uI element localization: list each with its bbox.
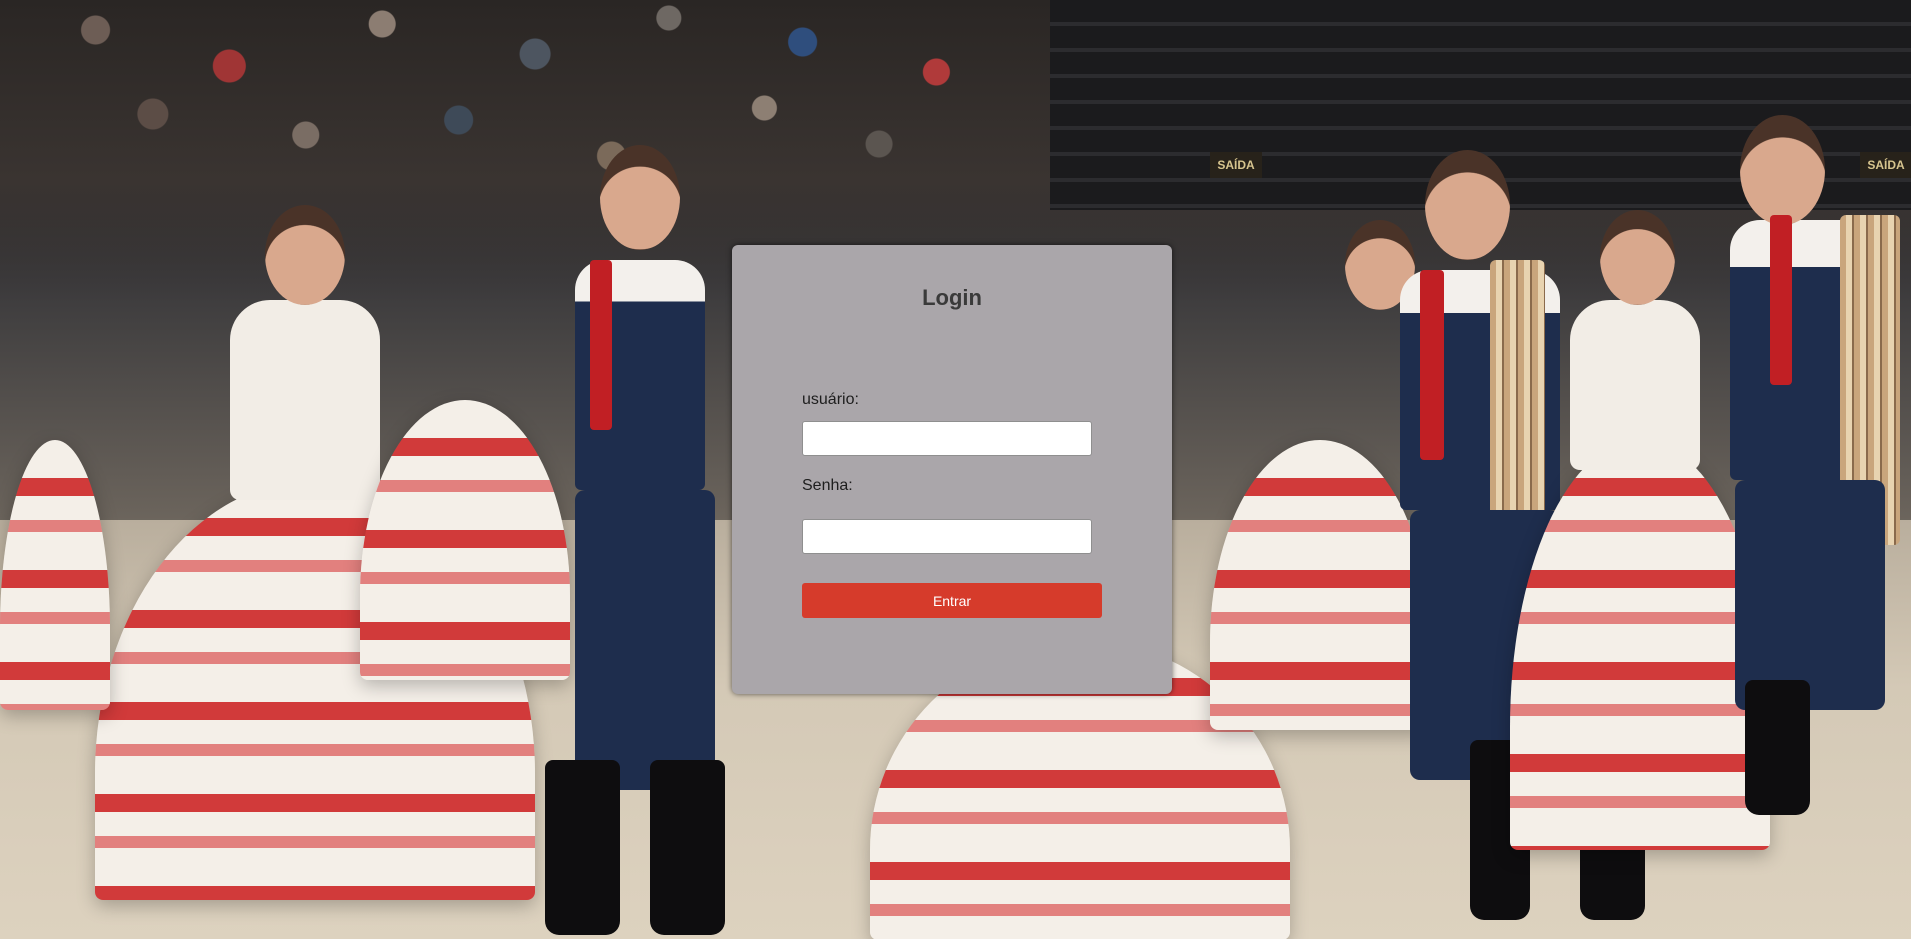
exit-sign: SAÍDA <box>1860 152 1911 178</box>
dancer-scarf-red <box>1420 270 1444 460</box>
username-input[interactable] <box>802 421 1092 456</box>
dancer-dress <box>0 440 110 710</box>
dancer-head <box>1740 115 1825 225</box>
dancer-head <box>265 205 345 305</box>
dancer-head <box>1600 210 1675 305</box>
dancer-boot <box>650 760 725 935</box>
dancer-pants <box>1735 480 1885 710</box>
login-panel: Login usuário: Senha: Entrar <box>732 245 1172 694</box>
dancer-scarf-red <box>590 260 612 430</box>
dancer-dress <box>360 400 570 680</box>
login-submit-button[interactable]: Entrar <box>802 583 1102 618</box>
dancer-boot <box>1745 680 1810 815</box>
password-label: Senha: <box>802 477 853 494</box>
dancer-boot <box>545 760 620 935</box>
password-input[interactable] <box>802 519 1092 554</box>
dancer-pants <box>575 490 715 790</box>
dancer-dress <box>1210 440 1430 730</box>
dancer-torso <box>1570 300 1700 470</box>
dancer-head <box>1425 150 1510 260</box>
login-title: Login <box>922 285 982 310</box>
dancer-torso <box>230 300 380 500</box>
dancer-scarf-red <box>1770 215 1792 385</box>
username-label: usuário: <box>802 391 859 408</box>
exit-sign: SAÍDA <box>1210 152 1262 178</box>
dancer-head <box>600 145 680 250</box>
